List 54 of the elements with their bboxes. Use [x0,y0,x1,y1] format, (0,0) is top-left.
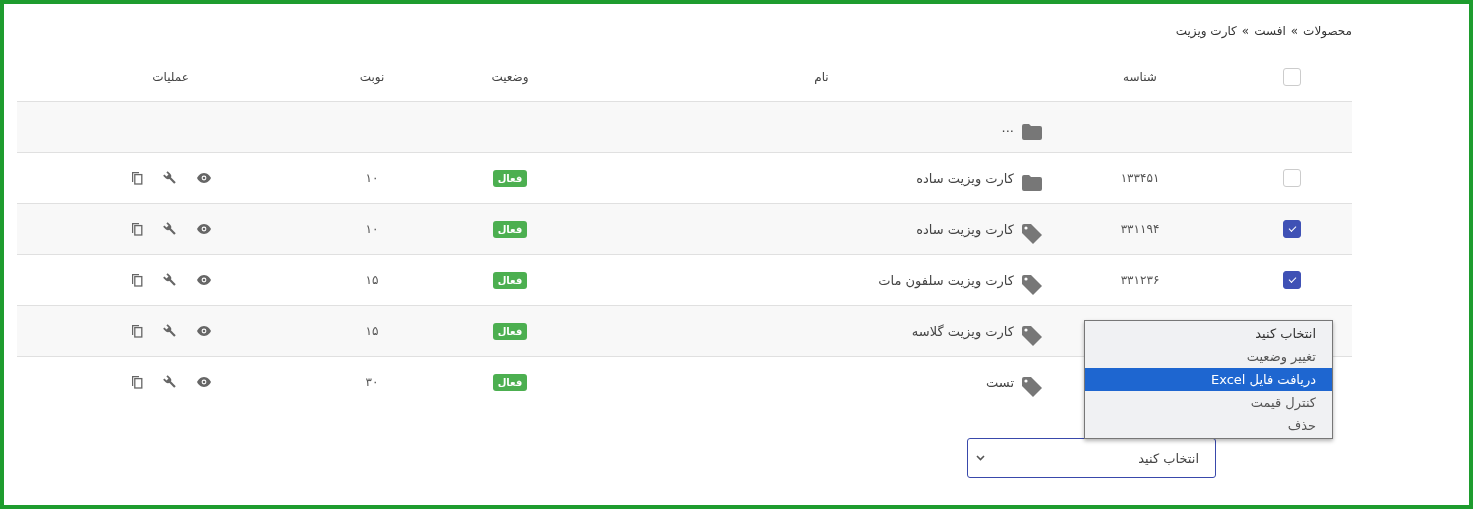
dropdown-option[interactable]: دریافت فایل Excel [1085,368,1332,391]
turn-text: ۱۰ [365,171,379,185]
id-text: ۱۳۳۴۵۱ [1120,171,1160,185]
copy-icon[interactable] [130,273,143,287]
wrench-icon[interactable] [162,171,177,185]
wrench-icon[interactable] [162,222,177,236]
copy-icon[interactable] [130,171,143,185]
breadcrumb-separator: » [1290,24,1299,38]
id-text: ۳۳۱۱۹۴ [1120,222,1160,236]
item-name[interactable]: تست [986,374,1014,390]
wrench-icon[interactable] [162,375,177,389]
dropdown-option[interactable]: انتخاب کنید [1085,322,1332,345]
column-header: وضعیت [491,69,529,84]
column-header: نوبت [359,69,385,84]
item-name[interactable]: ... [1001,119,1014,135]
view-icon[interactable] [196,224,211,234]
row-checkbox[interactable] [1283,271,1301,289]
status-badge: فعال [492,322,528,340]
column-header: شناسه [1123,69,1157,84]
turn-text: ۱۵ [365,273,379,287]
row-checkbox[interactable] [1283,220,1301,238]
status-badge: فعال [492,271,528,289]
column-header: نام [814,69,829,84]
wrench-icon[interactable] [162,324,177,338]
item-name[interactable]: کارت ویزیت گلاسه [911,323,1014,339]
turn-text: ۳۰ [365,375,379,389]
copy-icon[interactable] [130,324,143,338]
copy-icon[interactable] [130,375,143,389]
view-icon[interactable] [196,173,211,183]
breadcrumb-link[interactable]: محصولات [1303,24,1352,38]
action-select[interactable]: انتخاب کنید [967,438,1216,478]
copy-icon[interactable] [130,222,143,236]
view-icon[interactable] [196,326,211,336]
status-badge: فعال [492,169,528,187]
id-text: ۳۳۱۲۳۶ [1120,273,1160,287]
column-header: عملیات [152,69,189,84]
status-badge: فعال [492,373,528,391]
select-all-checkbox[interactable] [1283,67,1301,86]
caret-icon [976,455,985,461]
turn-text: ۱۰ [365,222,379,236]
view-icon[interactable] [196,377,211,387]
item-name[interactable]: کارت ویزیت ساده [916,221,1014,237]
dropdown-option[interactable]: تغییر وضعیت [1085,345,1332,368]
dropdown-option[interactable]: کنترل قیمت [1085,391,1332,414]
breadcrumb-separator: » [1241,24,1250,38]
status-badge: فعال [492,220,528,238]
item-name[interactable]: کارت ویزیت سلفون مات [878,272,1014,288]
wrench-icon[interactable] [162,273,177,287]
view-icon[interactable] [196,275,211,285]
breadcrumb-link[interactable]: کارت ویزیت [1175,24,1237,38]
breadcrumb-link[interactable]: افست [1254,24,1286,38]
dropdown-option[interactable]: حذف [1085,414,1332,437]
item-name[interactable]: کارت ویزیت ساده [916,170,1014,186]
turn-text: ۱۵ [365,324,379,338]
